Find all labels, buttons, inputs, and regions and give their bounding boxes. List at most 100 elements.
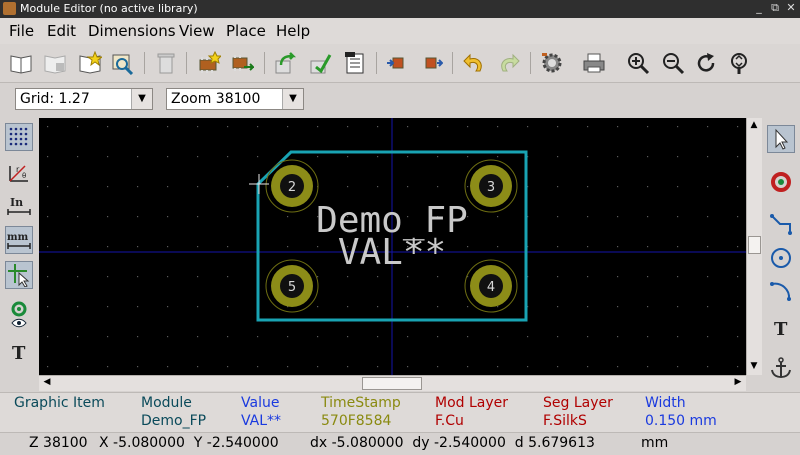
menu-file[interactable]: File (9, 22, 34, 40)
vertical-scrollbar[interactable]: ▲ ▼ (746, 118, 762, 375)
pad-4[interactable]: 4 (464, 259, 518, 313)
zoom-out-icon[interactable] (660, 50, 686, 76)
minimize-icon[interactable]: _ (752, 1, 766, 15)
menu-dimensions[interactable]: Dimensions (88, 22, 176, 40)
menu-place[interactable]: Place (226, 22, 266, 40)
canvas-svg: 2 3 5 4 Demo_FP VAL** (39, 118, 746, 375)
svg-text:mm: mm (7, 232, 29, 243)
kicad-icon (3, 2, 16, 15)
main-toolbar (0, 44, 800, 83)
status-bar: Z 38100 X -5.080000 Y -2.540000 dx -5.08… (0, 432, 800, 455)
chevron-down-icon[interactable]: ▼ (282, 89, 303, 109)
msg-value-value: VAL** (241, 413, 282, 429)
msg-value-mod-layer: F.Cu (435, 413, 464, 429)
msg-label-seg-layer: Seg Layer (543, 395, 613, 411)
msg-label-module: Module (141, 395, 192, 411)
pad-number: 4 (487, 280, 495, 295)
scroll-left-icon[interactable]: ◀ (41, 377, 53, 390)
update-module-icon[interactable] (418, 50, 444, 76)
pad-5[interactable]: 5 (265, 259, 319, 313)
insert-module-icon[interactable] (385, 50, 411, 76)
module-properties-icon[interactable] (342, 50, 368, 76)
menu-help[interactable]: Help (276, 22, 310, 40)
grid-toggle-icon[interactable] (5, 123, 33, 151)
svg-text:T: T (774, 319, 788, 339)
menu-view[interactable]: View (179, 22, 215, 40)
add-circle-icon[interactable] (767, 244, 795, 272)
msg-label-mod-layer: Mod Layer (435, 395, 509, 411)
print-icon[interactable] (581, 50, 607, 76)
zoom-select[interactable]: Zoom 38100 ▼ (166, 88, 304, 110)
close-icon[interactable]: ✕ (784, 1, 798, 15)
import-module-icon[interactable] (272, 50, 298, 76)
add-arc-icon[interactable] (767, 277, 795, 305)
message-panel: Graphic Item Module Demo_FP Value VAL** … (0, 392, 800, 433)
title-bar: Module Editor (no active library) _ ⧉ ✕ (0, 0, 800, 18)
drawing-canvas[interactable]: 2 3 5 4 Demo_FP VAL** (39, 118, 746, 375)
right-toolbar: T (762, 117, 800, 391)
chevron-down-icon[interactable]: ▼ (131, 89, 152, 109)
msg-label-graphic-item: Graphic Item (14, 395, 105, 411)
maximize-icon[interactable]: ⧉ (768, 1, 782, 15)
status-cursor-delta: dx -5.080000 dy -2.540000 d 5.679613 (310, 435, 595, 451)
left-toolbar: rθ In mm T (0, 117, 38, 391)
select-arrow-icon[interactable] (767, 125, 795, 153)
new-module-icon[interactable] (196, 50, 222, 76)
grid-select-value: Grid: 1.27 (20, 91, 90, 107)
pad-2[interactable]: 2 (265, 159, 319, 213)
svg-text:T: T (12, 343, 26, 363)
pad-number: 2 (288, 180, 296, 195)
text-sketch-icon[interactable]: T (5, 337, 33, 365)
vertical-scroll-thumb[interactable] (748, 236, 761, 254)
delete-module-icon[interactable] (153, 50, 179, 76)
module-wizard-icon[interactable] (229, 50, 255, 76)
anchor-icon[interactable] (767, 354, 795, 382)
grid-select[interactable]: Grid: 1.27 ▼ (15, 88, 153, 110)
new-library-icon[interactable] (77, 50, 103, 76)
msg-value-module: Demo_FP (141, 413, 207, 429)
window-title: Module Editor (no active library) (20, 2, 198, 15)
show-pads-icon[interactable] (5, 301, 33, 329)
msg-value-seg-layer: F.SilkS (543, 413, 587, 429)
select-library-icon[interactable] (8, 50, 34, 76)
status-zoom: Z 38100 (29, 435, 88, 451)
zoom-in-icon[interactable] (625, 50, 651, 76)
export-module-icon[interactable] (307, 50, 333, 76)
msg-label-value: Value (241, 395, 280, 411)
pad-3[interactable]: 3 (464, 159, 518, 213)
save-library-icon[interactable] (42, 50, 68, 76)
menu-bar: File Edit Dimensions View Place Help (0, 18, 800, 44)
undo-icon[interactable] (461, 50, 487, 76)
pad-settings-icon[interactable] (539, 50, 565, 76)
mm-units-icon[interactable]: mm (5, 226, 33, 254)
selector-bar: Grid: 1.27 ▼ Zoom 38100 ▼ (0, 83, 800, 116)
scroll-right-icon[interactable]: ▶ (732, 377, 744, 390)
svg-text:θ: θ (22, 172, 26, 180)
load-module-icon[interactable] (109, 50, 135, 76)
zoom-select-value: Zoom 38100 (171, 91, 261, 107)
footprint-value[interactable]: VAL** (338, 232, 446, 273)
zoom-fit-icon[interactable] (726, 50, 752, 76)
cursor-shape-icon[interactable] (5, 261, 33, 289)
add-text-icon[interactable]: T (767, 313, 795, 341)
svg-text:In: In (10, 196, 23, 209)
status-cursor-xy: X -5.080000 Y -2.540000 (99, 435, 279, 451)
pad-number: 5 (288, 280, 296, 295)
msg-value-width: 0.150 mm (645, 413, 717, 429)
msg-value-timestamp: 570F8584 (321, 413, 392, 429)
status-units: mm (641, 435, 669, 451)
add-pad-icon[interactable] (767, 168, 795, 196)
add-line-icon[interactable] (767, 210, 795, 238)
scroll-up-icon[interactable]: ▲ (748, 120, 760, 132)
inch-units-icon[interactable]: In (5, 192, 33, 220)
horizontal-scroll-thumb[interactable] (362, 377, 422, 390)
horizontal-scrollbar[interactable]: ◀ ▶ (39, 375, 746, 391)
msg-label-width: Width (645, 395, 686, 411)
polar-coords-icon[interactable]: rθ (5, 158, 33, 186)
pad-number: 3 (487, 180, 495, 195)
redo-icon[interactable] (496, 50, 522, 76)
menu-edit[interactable]: Edit (47, 22, 76, 40)
msg-label-timestamp: TimeStamp (321, 395, 401, 411)
scroll-down-icon[interactable]: ▼ (748, 361, 760, 373)
redraw-icon[interactable] (693, 50, 719, 76)
